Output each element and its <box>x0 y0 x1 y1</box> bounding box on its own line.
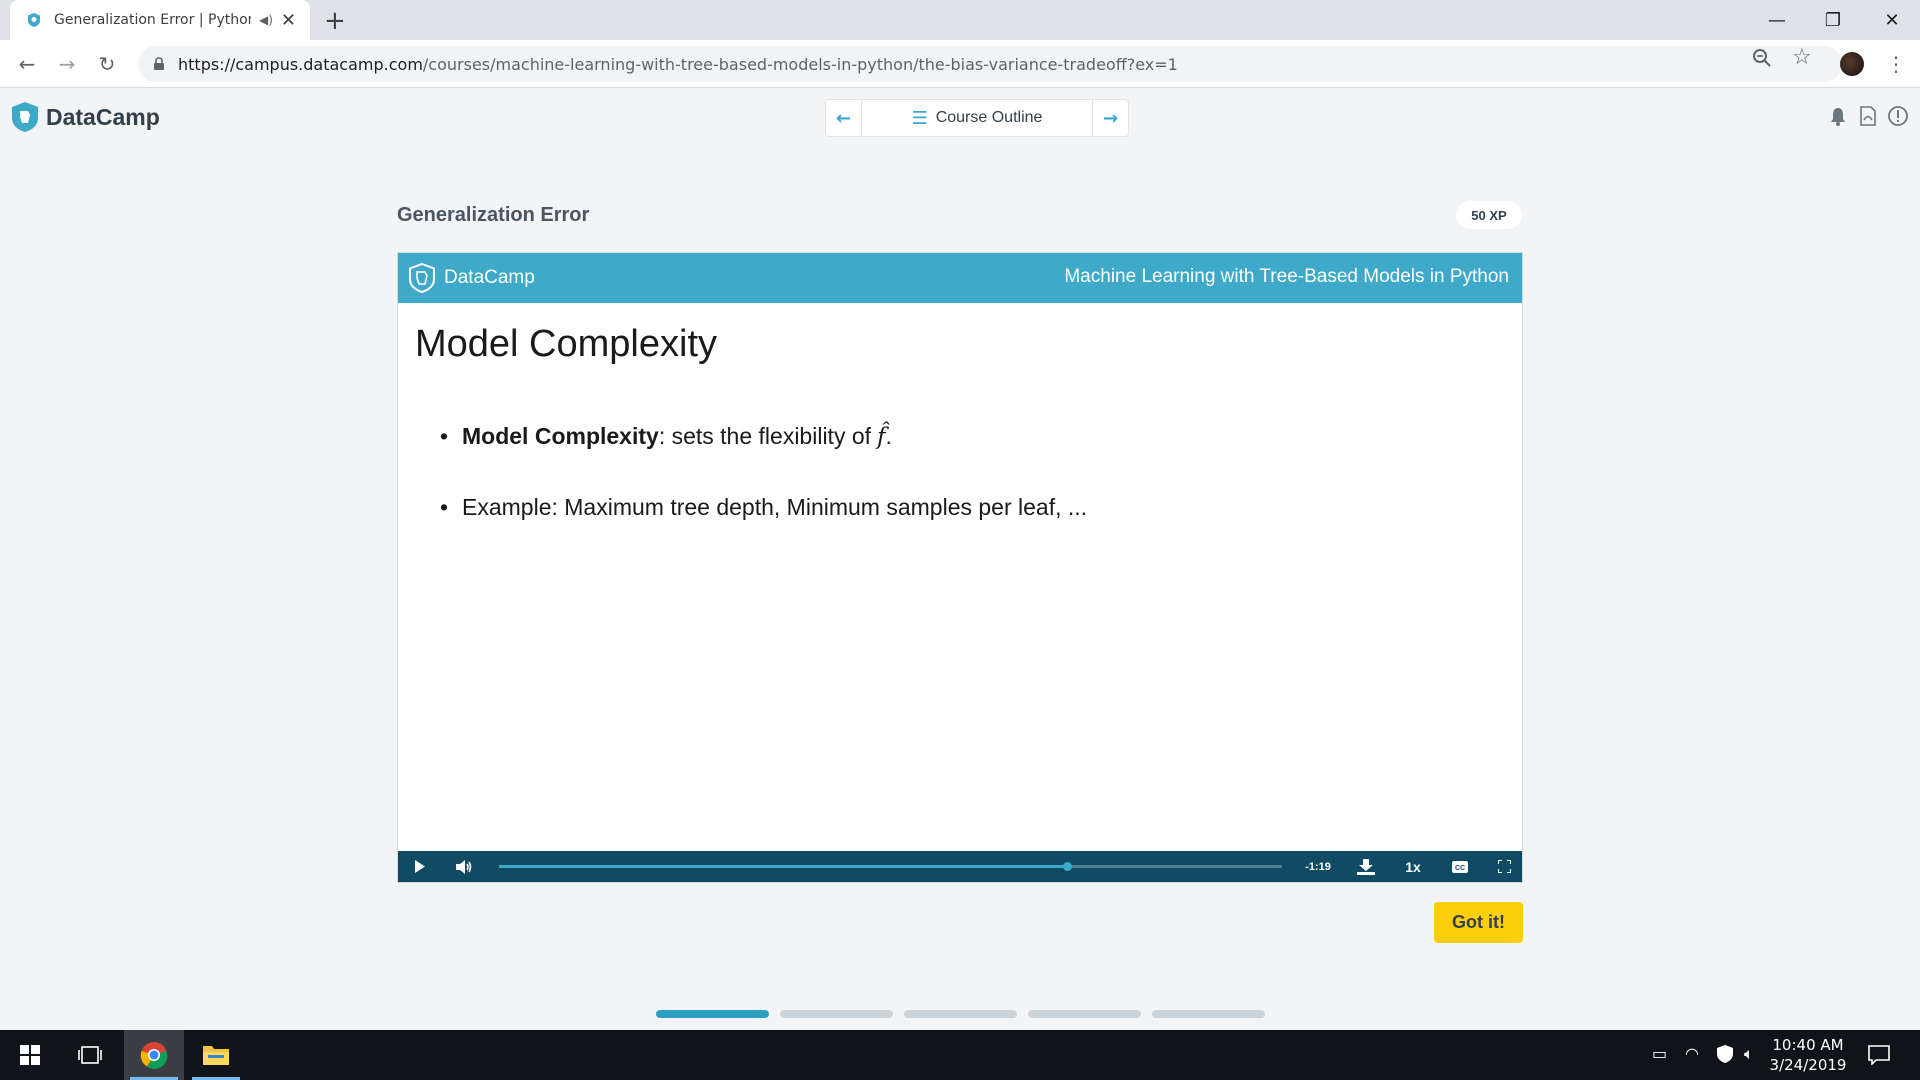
slide-header: DataCamp Machine Learning with Tree-Base… <box>398 253 1522 303</box>
task-view-icon <box>78 1046 102 1064</box>
f-hat-math: f̂ <box>877 424 886 450</box>
pager-segment[interactable] <box>1028 1010 1141 1018</box>
folder-icon <box>203 1046 229 1065</box>
time-remaining: -1:19 <box>1305 860 1331 873</box>
play-icon <box>415 860 425 873</box>
bullet-period: . <box>885 423 892 449</box>
captions-button[interactable]: CC <box>1448 851 1472 882</box>
task-view-button[interactable] <box>60 1030 120 1080</box>
back-icon[interactable]: ← <box>13 50 41 78</box>
tab-title: Generalization Error | Python <box>54 12 251 28</box>
logo-text: DataCamp <box>46 103 160 130</box>
pdf-icon[interactable] <box>1857 105 1879 127</box>
fullscreen-button[interactable] <box>1492 851 1516 882</box>
bullet-model-complexity: Model Complexity: sets the flexibility o… <box>440 423 1087 450</box>
slide-brand: DataCamp <box>408 263 535 293</box>
playback-speed-button[interactable]: 1x <box>1398 851 1428 882</box>
slide-course-title: Machine Learning with Tree-Based Models … <box>1064 266 1509 287</box>
restore-button[interactable]: ❐ <box>1805 0 1861 40</box>
progress-fill <box>499 865 1067 868</box>
notifications-icon[interactable] <box>1868 1045 1890 1065</box>
play-button[interactable] <box>408 851 432 882</box>
course-outline-label: Course Outline <box>935 109 1043 126</box>
player-controls: -1:19 1x CC <box>398 851 1522 882</box>
datacamp-shield-icon <box>409 263 435 293</box>
svg-text:CC: CC <box>1455 865 1465 872</box>
fullscreen-icon <box>1497 860 1511 873</box>
got-it-button[interactable]: Got it! <box>1434 902 1523 943</box>
captions-icon: CC <box>1452 860 1468 873</box>
bullet-term: Model Complexity <box>462 423 659 449</box>
address-bar[interactable]: https://campus.datacamp.com/courses/mach… <box>138 46 1842 82</box>
bullet-example: Example: Maximum tree depth, Minimum sam… <box>440 494 1087 521</box>
pager-segment[interactable] <box>904 1010 1017 1018</box>
download-icon <box>1357 858 1375 875</box>
clock-time: 10:40 AM <box>1772 1036 1844 1054</box>
info-icon[interactable] <box>1887 105 1909 127</box>
tab-audio-icon[interactable]: ◀) <box>259 13 273 27</box>
browser-tab-bar: Generalization Error | Python ◀) ✕ + — ❐… <box>0 0 1920 40</box>
slide-pager <box>656 1010 1276 1018</box>
bell-icon[interactable] <box>1827 105 1849 127</box>
start-button[interactable] <box>0 1030 60 1080</box>
pager-segment[interactable] <box>656 1010 769 1018</box>
speaker-icon[interactable]: 🔈︎ <box>1744 1044 1754 1064</box>
menu-kebab-icon[interactable]: ⋮ <box>1886 52 1906 76</box>
battery-icon[interactable]: ▭ <box>1652 1044 1667 1063</box>
progress-handle[interactable] <box>1062 862 1072 871</box>
window-close-button[interactable]: ✕ <box>1864 0 1920 40</box>
progress-bar[interactable] <box>499 862 1282 871</box>
taskbar-chrome[interactable] <box>124 1030 184 1080</box>
security-shield-icon[interactable] <box>1716 1044 1734 1064</box>
profile-avatar[interactable] <box>1840 52 1864 76</box>
url-path: /courses/machine-learning-with-tree-base… <box>422 54 1178 74</box>
new-tab-button[interactable]: + <box>324 6 346 36</box>
datacamp-logo-icon <box>12 102 38 132</box>
clock-date: 3/24/2019 <box>1769 1056 1847 1074</box>
taskbar-file-explorer[interactable] <box>186 1030 246 1080</box>
url-host: https://campus.datacamp.com <box>178 54 423 74</box>
lock-icon <box>154 57 164 70</box>
windows-taskbar: ▭ ◠ 🔈︎ 10:40 AM 3/24/2019 <box>0 1030 1920 1080</box>
reload-icon[interactable]: ↻ <box>93 50 121 78</box>
pager-segment[interactable] <box>780 1010 893 1018</box>
xp-badge: 50 XP <box>1456 201 1522 229</box>
bullet-definition: : sets the flexibility of <box>658 423 872 449</box>
download-button[interactable] <box>1353 851 1379 882</box>
forward-icon[interactable]: → <box>53 50 81 78</box>
prev-exercise-button[interactable]: ← <box>826 100 862 136</box>
zoom-icon[interactable] <box>1752 48 1772 68</box>
datacamp-favicon-icon <box>28 13 40 27</box>
browser-toolbar: ← → ↻ https://campus.datacamp.com/course… <box>0 40 1920 88</box>
app-header: DataCamp ← ☰ Course Outline → <box>0 89 1920 145</box>
slide-title: Model Complexity <box>415 323 717 365</box>
slide-bullets: Model Complexity: sets the flexibility o… <box>440 423 1087 565</box>
taskbar-clock[interactable]: 10:40 AM 3/24/2019 <box>1758 1035 1858 1075</box>
volume-icon <box>456 859 472 874</box>
next-exercise-button[interactable]: → <box>1092 100 1128 136</box>
slide-brand-text: DataCamp <box>444 267 535 288</box>
course-outline-button[interactable]: ☰ Course Outline <box>862 100 1092 136</box>
menu-icon: ☰ <box>911 107 928 129</box>
datacamp-logo[interactable]: DataCamp <box>10 101 160 133</box>
chrome-icon <box>140 1042 168 1069</box>
bookmark-star-icon[interactable]: ☆ <box>1792 45 1812 70</box>
minimize-button[interactable]: — <box>1749 0 1805 40</box>
course-outline-nav: ← ☰ Course Outline → <box>825 99 1129 137</box>
exercise-title: Generalization Error <box>397 204 590 226</box>
windows-logo-icon <box>20 1045 40 1065</box>
browser-tab[interactable]: Generalization Error | Python ◀) ✕ <box>10 0 310 40</box>
wifi-icon[interactable]: ◠ <box>1685 1044 1699 1063</box>
tab-close-icon[interactable]: ✕ <box>281 10 296 31</box>
video-player[interactable]: DataCamp Machine Learning with Tree-Base… <box>397 252 1523 883</box>
volume-button[interactable] <box>451 851 477 882</box>
pager-segment[interactable] <box>1152 1010 1265 1018</box>
